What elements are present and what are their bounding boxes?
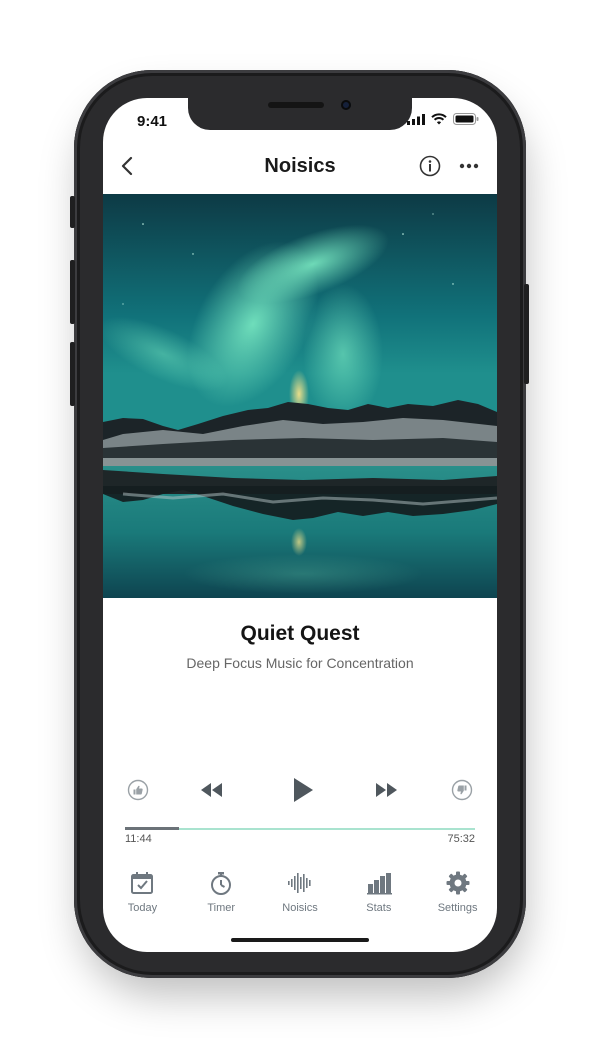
phone-screen: 9:41 Noisics Quiet Quest Deep Focus Musi…: [103, 98, 497, 952]
volume-up-button: [70, 260, 75, 324]
volume-down-button: [70, 342, 75, 406]
album-artwork: [103, 194, 497, 598]
thumbs-down-icon[interactable]: [451, 779, 473, 801]
wifi-icon: [431, 113, 447, 125]
tab-today[interactable]: Today: [103, 870, 182, 922]
tab-label: Settings: [437, 902, 478, 914]
tab-label: Timer: [207, 902, 236, 914]
track-title: Quiet Quest: [240, 622, 360, 645]
bar-chart-icon: [366, 873, 392, 895]
total-time: 75:32: [447, 833, 475, 845]
progress-fill[interactable]: [125, 827, 179, 830]
tab-settings[interactable]: Settings: [418, 870, 497, 922]
tab-label: Noisics: [282, 902, 318, 914]
calendar-check-icon: [131, 872, 154, 894]
stopwatch-icon: [211, 872, 232, 895]
tab-bar: Today Timer Noisics Stats Settings: [103, 870, 497, 922]
more-options-icon[interactable]: [459, 162, 479, 170]
front-camera: [341, 100, 351, 110]
thumbs-up-icon[interactable]: [127, 779, 149, 801]
status-time: 9:41: [137, 113, 168, 130]
elapsed-time: 11:44: [125, 833, 152, 845]
waveform-icon: [287, 873, 311, 893]
track-subtitle: Deep Focus Music for Concentration: [186, 655, 414, 671]
mute-switch: [70, 196, 75, 228]
power-button: [524, 284, 529, 384]
tab-stats[interactable]: Stats: [339, 870, 418, 922]
fast-forward-icon[interactable]: [373, 781, 399, 799]
tab-timer[interactable]: Timer: [182, 870, 261, 922]
navigation-bar: Noisics: [103, 138, 497, 194]
notch: [188, 98, 412, 130]
info-icon[interactable]: [419, 155, 441, 177]
rewind-icon[interactable]: [199, 781, 225, 799]
battery-icon: [453, 113, 479, 125]
play-icon[interactable]: [291, 776, 315, 804]
earpiece-speaker: [268, 102, 324, 108]
status-icons: [407, 113, 479, 125]
tab-label: Today: [127, 902, 158, 914]
tab-label: Stats: [366, 902, 392, 914]
signal-icon: [407, 113, 425, 125]
gear-icon: [446, 871, 470, 895]
tab-noisics[interactable]: Noisics: [261, 870, 340, 922]
aurora-landscape-image: [103, 194, 497, 598]
home-indicator[interactable]: [231, 938, 369, 942]
